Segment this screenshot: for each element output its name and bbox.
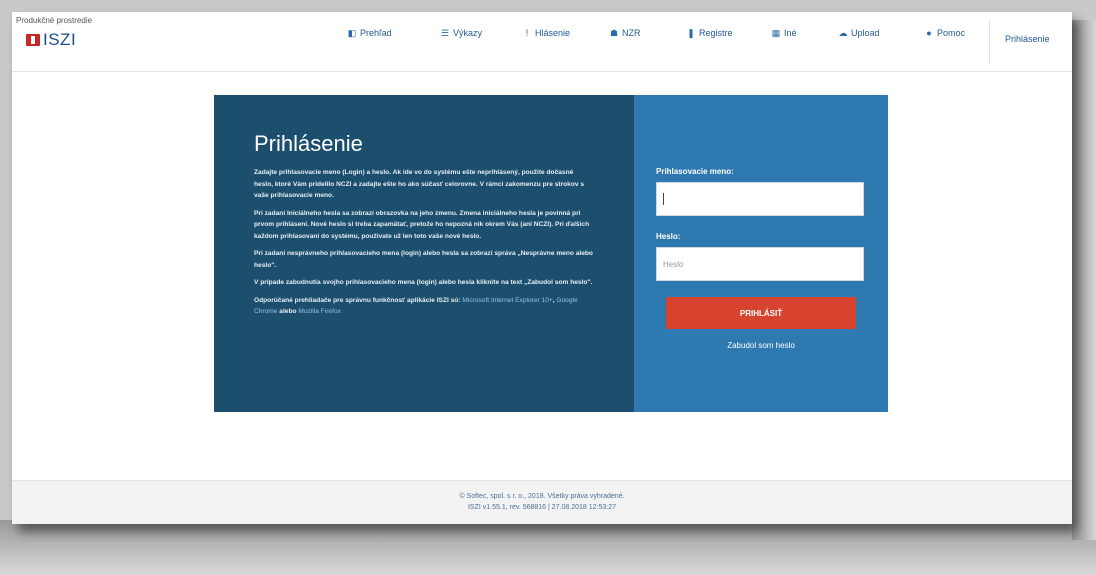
nav-item-registre[interactable]: ❚ Registre <box>686 27 733 39</box>
exclamation-icon: ! <box>525 28 529 38</box>
copyright-text: © Softec, spol. s r. o., 2018. Všetky pr… <box>459 493 625 500</box>
nav-item-pomoc[interactable]: ● Pomoc <box>924 28 965 38</box>
login-info-panel: Prihlásenie Zadajte prihlasovacie meno (… <box>214 95 634 412</box>
browser-joiner: alebo <box>279 308 297 315</box>
top-navbar: Produkčné prostredie ISZI ◧ Prehľad ☰ Výkaz… <box>12 12 1072 72</box>
nav-item-výkazy[interactable]: ☰ Výkazy <box>440 28 482 39</box>
nav-item-label: Registre <box>699 28 733 38</box>
login-card: Prihlásenie Zadajte prihlasovacie meno (… <box>214 95 888 412</box>
nav-item-hlásenie[interactable]: ! Hlásenie <box>522 28 570 38</box>
nav-item-iné[interactable]: ▦ Iné <box>771 28 797 39</box>
help-icon: ● <box>926 28 932 38</box>
info-paragraph: Zadajte prihlasovacie meno (Login) a hes… <box>254 169 585 199</box>
password-label: Heslo: <box>656 232 681 241</box>
username-label: Prihlasovacie meno: <box>656 167 734 176</box>
page-footer: © Softec, spol. s r. o., 2018. Všetky pr… <box>12 480 1072 524</box>
browser-link-firefox[interactable]: Mozilla Firefox <box>298 308 341 315</box>
upload-cloud-icon: ☁ <box>838 27 848 38</box>
list-icon: ☰ <box>440 27 450 38</box>
environment-label: Produkčné prostredie <box>16 16 93 25</box>
info-paragraph: Pri zadaní nesprávneho prihlasovacieho m… <box>254 250 593 269</box>
nav-divider <box>989 20 990 64</box>
nav-item-label: Hlásenie <box>535 28 571 38</box>
info-paragraph: V prípade zabudnutia svojho prihlasovaci… <box>254 279 593 286</box>
bookmark-icon: ❚ <box>687 27 695 38</box>
brand-logo[interactable]: ISZI <box>26 30 76 50</box>
nav-item-label: Pomoc <box>937 28 966 38</box>
nav-item-prehľad[interactable]: ◧ Prehľad <box>347 28 392 39</box>
users-icon: ☗ <box>609 27 619 38</box>
browser-link-ie[interactable]: Microsoft Internet Explorer 10+ <box>462 297 552 304</box>
dashboard-icon: ◧ <box>347 27 357 38</box>
nav-item-label: NZR <box>622 28 641 38</box>
nav-item-label: Prehľad <box>360 28 392 38</box>
forgot-password-link[interactable]: Zabudol som heslo <box>656 341 866 350</box>
browser-recommendation: Odporúčané prehliadače pre správnu funkč… <box>254 296 578 316</box>
nav-item-label: Iné <box>784 28 797 38</box>
browser-page: Produkčné prostredie ISZI ◧ Prehľad ☰ Výkaz… <box>12 12 1072 524</box>
login-form-panel: Prihlasovacie meno: Heslo: Heslo PRIHLÁS… <box>634 95 888 412</box>
brand-name: ISZI <box>43 30 77 49</box>
login-title: Prihlásenie <box>254 131 363 156</box>
nav-item-nzr[interactable]: ☗ NZR <box>609 28 641 39</box>
nav-item-label: Výkazy <box>453 28 483 38</box>
info-paragraph: Pri zadaní Iniciálneho hesla sa zobrazí … <box>254 209 590 240</box>
nav-item-label: Upload <box>851 28 880 38</box>
nav-login-link[interactable]: Prihlásenie <box>1005 34 1050 44</box>
blurred-backdrop-right <box>1072 20 1096 540</box>
text-caret <box>663 193 664 205</box>
password-field[interactable]: Heslo <box>656 247 864 281</box>
version-text: ISZI v1.55.1, rev. 568816 | 27.08.2018 1… <box>467 504 617 511</box>
iszi-logo-icon <box>26 34 40 46</box>
nav-item-upload[interactable]: ☁ Upload <box>838 28 880 39</box>
username-field[interactable] <box>656 182 864 216</box>
blurred-backdrop <box>0 520 1096 575</box>
grid-icon: ▦ <box>771 27 781 38</box>
browser-recommendation-text: Odporúčané prehliadače pre správnu funkč… <box>254 296 461 304</box>
login-button[interactable]: PRIHLÁSIŤ <box>666 297 856 329</box>
